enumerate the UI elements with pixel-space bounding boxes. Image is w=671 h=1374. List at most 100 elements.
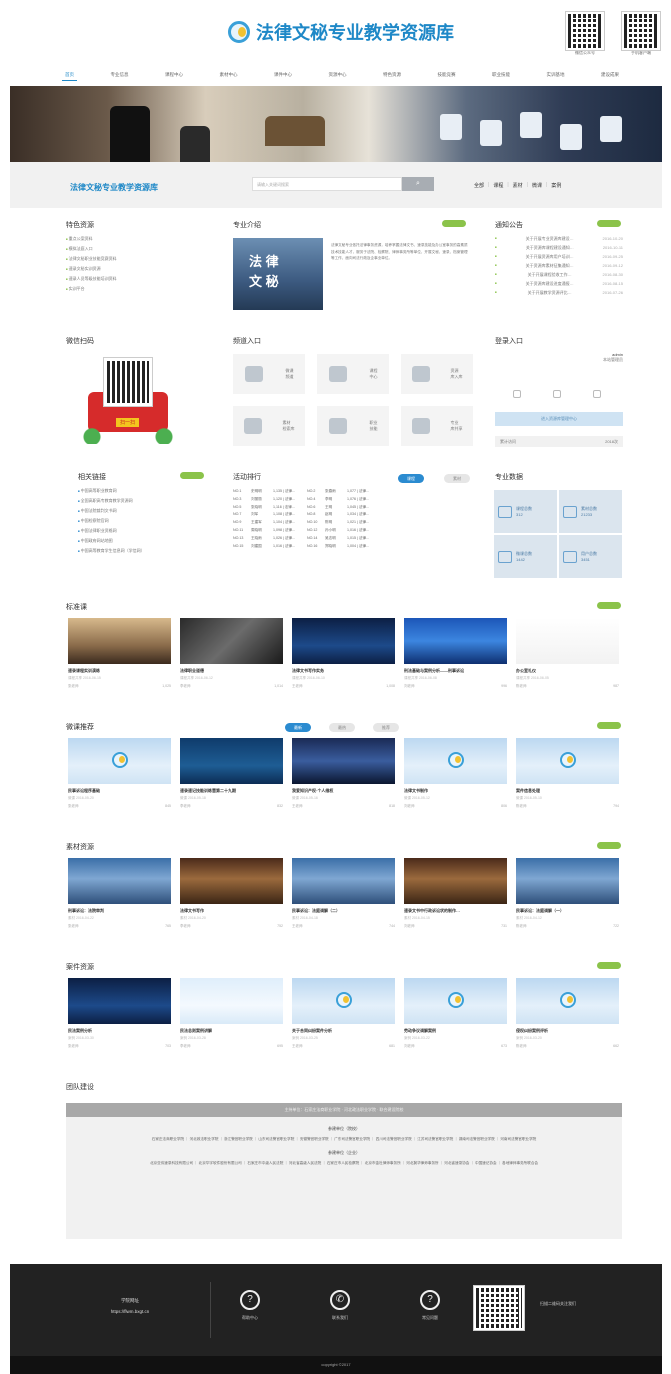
settings-icon[interactable]: [593, 390, 601, 398]
notice-item[interactable]: 关于开展专业资源库建设… 2016-10-20: [495, 234, 623, 243]
card-title[interactable]: 速录课程实训演练: [68, 668, 171, 674]
resource-card[interactable]: 我爱知识产权·个人维权 微课 2016-05-16 王老师 818: [292, 738, 395, 809]
feature-item[interactable]: 模拟法庭入口: [66, 244, 216, 254]
nav-item[interactable]: 实训基地: [544, 70, 568, 81]
link-item[interactable]: 中国检察院官网: [78, 516, 218, 526]
notice-item[interactable]: 关于开展资源库用户培训… 2016-09-25: [495, 252, 623, 261]
footer-link[interactable]: ? 帮助中心: [240, 1290, 260, 1321]
card-thumbnail[interactable]: [292, 978, 395, 1024]
card-title[interactable]: 民法总则案例讲解: [180, 1028, 283, 1034]
card-thumbnail[interactable]: [68, 618, 171, 664]
footer-link[interactable]: ✆ 联系我们: [330, 1290, 350, 1321]
resource-card[interactable]: 速录文书中行政诉讼状的制作… 素材 2016-04-15 刘老师 731: [404, 858, 507, 929]
card-thumbnail[interactable]: [292, 738, 395, 784]
nav-item[interactable]: 职业技能: [489, 70, 513, 81]
nav-item[interactable]: 素材中心: [217, 70, 241, 81]
card-title[interactable]: 民事诉讼程序基础: [68, 788, 171, 794]
card-thumbnail[interactable]: [516, 618, 619, 664]
resource-card[interactable]: 案件信息处理 微课 2016-05-10 陈老师 794: [516, 738, 619, 809]
card-title[interactable]: 民事诉讼：法庭调解（一）: [516, 908, 619, 914]
link-item[interactable]: 中国高等教育学生信息网（学信网）: [78, 546, 218, 556]
more-button[interactable]: [597, 842, 621, 849]
resource-card[interactable]: 民事诉讼：法庭调解（二） 素材 2016-04-18 王老师 744: [292, 858, 395, 929]
entry-tile[interactable]: 素材 检索库: [233, 406, 305, 446]
section-tab[interactable]: 最新: [285, 723, 311, 732]
resource-card[interactable]: 刑法基础与案例分析——刑事诉讼 课程共享 2016-06-08 刘老师 996: [404, 618, 507, 689]
notice-item[interactable]: 关于开展教学资源评比… 2016-07-26: [495, 288, 623, 297]
link-item[interactable]: 全国高职高专教育教学资源网: [78, 496, 218, 506]
nav-item[interactable]: 技能竞赛: [435, 70, 459, 81]
card-thumbnail[interactable]: [180, 978, 283, 1024]
resource-card[interactable]: 刑事诉讼：法院审判 素材 2016-04-22 张老师 765: [68, 858, 171, 929]
section-tab[interactable]: 最热: [329, 723, 355, 732]
notice-item[interactable]: 关于资源库课程建设通知… 2016-10-11: [495, 243, 623, 252]
search-quick-link[interactable]: 课程: [493, 182, 503, 189]
card-title[interactable]: 案件信息处理: [516, 788, 619, 794]
notice-item[interactable]: 关于开展课程验收工作… 2016-08-30: [495, 270, 623, 279]
card-title[interactable]: 民法案例分析: [68, 1028, 171, 1034]
search-quick-link[interactable]: 全部: [474, 182, 484, 189]
card-thumbnail[interactable]: [68, 738, 171, 784]
search-quick-link[interactable]: 素材: [513, 182, 523, 189]
footer-addr[interactable]: https://flwm.bxgt.cn: [80, 1309, 180, 1314]
link-item[interactable]: 中国政府网站地图: [78, 536, 218, 546]
card-thumbnail[interactable]: [516, 738, 619, 784]
nav-item[interactable]: 资源中心: [326, 70, 350, 81]
entry-tile[interactable]: 职业 技能: [317, 406, 389, 446]
resource-card[interactable]: 关于合同纠纷案件分析 案例 2016-03-25 王老师 681: [292, 978, 395, 1049]
entry-tile[interactable]: 课程 中心: [317, 354, 389, 394]
rank-tab-course[interactable]: 课程: [398, 474, 424, 483]
resource-card[interactable]: 法律文书制作 微课 2016-05-12 刘老师 806: [404, 738, 507, 809]
site-brand[interactable]: 法律文秘专业教学资源库: [228, 16, 454, 48]
card-thumbnail[interactable]: [180, 858, 283, 904]
card-thumbnail[interactable]: [292, 618, 395, 664]
entry-tile[interactable]: 专业 库共享: [401, 406, 473, 446]
card-thumbnail[interactable]: [404, 858, 507, 904]
more-button[interactable]: [597, 722, 621, 729]
resource-card[interactable]: 速录速记技能训练营第二十九期 微课 2016-05-18 李老师 832: [180, 738, 283, 809]
feature-item[interactable]: 速录文秘实训资源: [66, 264, 216, 274]
resource-card[interactable]: 速录课程实训演练 课程共享 2016-06-15 张老师 1,025: [68, 618, 171, 689]
resource-card[interactable]: 法律职业道德 课程共享 2016-06-12 李老师 1,014: [180, 618, 283, 689]
link-item[interactable]: 中国高等职业教育网: [78, 486, 218, 496]
resource-card[interactable]: 办公室礼仪 课程共享 2016-06-05 陈老师 987: [516, 618, 619, 689]
nav-item[interactable]: 专业信息: [108, 70, 132, 81]
feature-item[interactable]: 速录人员等级技能培训资料: [66, 274, 216, 284]
search-quick-link[interactable]: 案例: [551, 182, 561, 189]
search-button[interactable]: ⌕: [402, 177, 434, 191]
user-icon[interactable]: [513, 390, 521, 398]
card-title[interactable]: 我爱知识产权·个人维权: [292, 788, 395, 794]
card-title[interactable]: 速录文书中行政诉讼状的制作…: [404, 908, 507, 914]
feature-item[interactable]: 重点公案资料: [66, 234, 216, 244]
feature-item[interactable]: 法律文秘职业技能竞赛资料: [66, 254, 216, 264]
more-button[interactable]: [597, 602, 621, 609]
more-button[interactable]: [597, 962, 621, 969]
more-button[interactable]: [442, 220, 466, 227]
search-input[interactable]: 请输入关键词搜索: [252, 177, 402, 191]
resource-card[interactable]: 民事诉讼程序基础 微课 2016-05-20 张老师 845: [68, 738, 171, 809]
notice-item[interactable]: 关于资源库建设进度通报… 2016-08-15: [495, 279, 623, 288]
nav-item[interactable]: 建设成果: [598, 70, 622, 81]
entry-tile[interactable]: 微课 频道: [233, 354, 305, 394]
section-tab[interactable]: 推荐: [373, 723, 399, 732]
card-thumbnail[interactable]: [404, 618, 507, 664]
manage-center-button[interactable]: 进入资源库管理中心: [495, 412, 623, 426]
card-thumbnail[interactable]: [68, 858, 171, 904]
entry-tile[interactable]: 资源 库入库: [401, 354, 473, 394]
link-item[interactable]: 中国法院裁判文书网: [78, 506, 218, 516]
card-title[interactable]: 法律文书写作: [180, 908, 283, 914]
notice-item[interactable]: 关于资源库素材征集通知… 2016-09-12: [495, 261, 623, 270]
card-thumbnail[interactable]: [180, 618, 283, 664]
rank-tab-material[interactable]: 素材: [444, 474, 470, 483]
resource-card[interactable]: 侵权纠纷案例评析 案例 2016-03-20 陈老师 662: [516, 978, 619, 1049]
card-thumbnail[interactable]: [292, 858, 395, 904]
resource-card[interactable]: 民法总则案例讲解 案例 2016-03-28 李老师 695: [180, 978, 283, 1049]
more-button[interactable]: [597, 220, 621, 227]
card-thumbnail[interactable]: [404, 978, 507, 1024]
card-title[interactable]: 刑事诉讼：法院审判: [68, 908, 171, 914]
nav-item[interactable]: 课件中心: [271, 70, 295, 81]
card-thumbnail[interactable]: [68, 978, 171, 1024]
card-thumbnail[interactable]: [404, 738, 507, 784]
footer-link[interactable]: ? 常见问题: [420, 1290, 440, 1321]
card-thumbnail[interactable]: [516, 978, 619, 1024]
